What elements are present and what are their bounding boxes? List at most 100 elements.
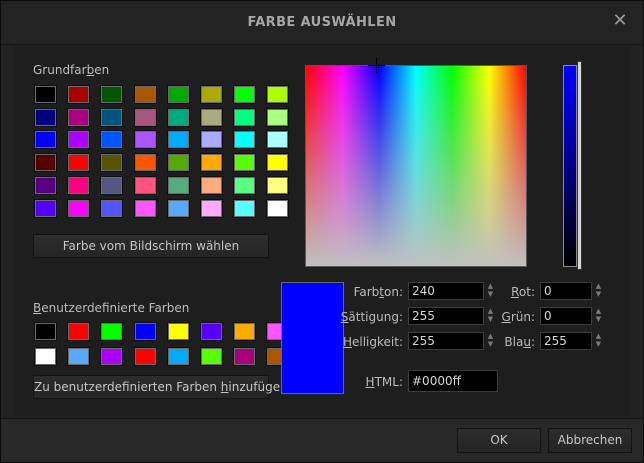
basic-color-swatch[interactable]: [34, 198, 57, 218]
basic-color-swatch[interactable]: [200, 153, 223, 173]
basic-color-swatch[interactable]: [200, 175, 223, 195]
basic-color-swatch[interactable]: [133, 130, 157, 150]
custom-color-swatch[interactable]: [34, 346, 57, 366]
basic-color-swatch[interactable]: [67, 175, 91, 195]
custom-color-swatch[interactable]: [133, 346, 157, 366]
basic-colors-label-part: en: [94, 63, 110, 77]
red-spinner[interactable]: ▲ ▼: [594, 282, 603, 300]
green-input[interactable]: 0: [540, 307, 592, 325]
basic-color-swatch[interactable]: [233, 107, 257, 127]
spin-down-icon[interactable]: ▼: [594, 315, 603, 323]
basic-color-swatch[interactable]: [133, 85, 157, 104]
basic-color-swatch[interactable]: [133, 107, 157, 127]
spin-down-icon[interactable]: ▼: [594, 290, 603, 298]
basic-color-swatch[interactable]: [233, 175, 257, 195]
html-input[interactable]: #0000ff: [408, 370, 498, 392]
val-label-part: elligkeit:: [352, 335, 403, 349]
basic-color-swatch[interactable]: [233, 153, 257, 173]
add-custom-label-part: inzufügen: [228, 380, 288, 394]
blue-input[interactable]: 255: [540, 332, 592, 350]
custom-color-swatch[interactable]: [100, 346, 124, 366]
pick-screen-color-button[interactable]: Farbe vom Bildschirm wählen: [33, 234, 269, 258]
basic-color-swatch[interactable]: [100, 107, 124, 127]
hue-spinner[interactable]: ▲ ▼: [486, 282, 495, 300]
custom-color-swatch[interactable]: [67, 322, 91, 341]
custom-color-swatch[interactable]: [100, 322, 124, 341]
luminance-slider[interactable]: [563, 65, 577, 267]
basic-color-swatch[interactable]: [266, 107, 290, 127]
saturation-input[interactable]: 255: [408, 307, 484, 325]
spectrum-saturation-layer: [306, 66, 526, 266]
basic-color-swatch[interactable]: [67, 107, 91, 127]
spin-down-icon[interactable]: ▼: [486, 290, 495, 298]
basic-color-swatch[interactable]: [133, 175, 157, 195]
basic-color-swatch[interactable]: [166, 175, 190, 195]
basic-color-swatch[interactable]: [233, 85, 257, 104]
basic-color-swatch[interactable]: [34, 85, 57, 104]
basic-color-swatch[interactable]: [67, 85, 91, 104]
spin-up-icon[interactable]: ▲: [594, 282, 603, 290]
close-icon[interactable]: ✕: [611, 12, 629, 30]
basic-color-swatch[interactable]: [166, 85, 190, 104]
spin-up-icon[interactable]: ▲: [594, 332, 603, 340]
red-label-part: ot:: [518, 285, 535, 299]
hue-input[interactable]: 240: [408, 282, 484, 300]
basic-color-swatch[interactable]: [200, 198, 223, 218]
basic-color-swatch[interactable]: [67, 153, 91, 173]
basic-color-swatch[interactable]: [67, 198, 91, 218]
basic-color-swatch[interactable]: [133, 198, 157, 218]
basic-color-swatch[interactable]: [133, 153, 157, 173]
basic-color-swatch[interactable]: [266, 175, 290, 195]
custom-color-swatch[interactable]: [200, 322, 223, 341]
title-bar: FARBE AUSWÄHLEN ✕: [1, 1, 643, 45]
basic-color-swatch[interactable]: [100, 153, 124, 173]
basic-color-swatch[interactable]: [100, 130, 124, 150]
spin-up-icon[interactable]: ▲: [594, 307, 603, 315]
value-input[interactable]: 255: [408, 332, 484, 350]
green-spinner[interactable]: ▲ ▼: [594, 307, 603, 325]
basic-color-swatch[interactable]: [266, 130, 290, 150]
basic-color-swatch[interactable]: [100, 198, 124, 218]
custom-color-swatch[interactable]: [133, 322, 157, 341]
basic-color-swatch[interactable]: [34, 175, 57, 195]
basic-color-swatch[interactable]: [233, 130, 257, 150]
ok-button[interactable]: OK: [457, 428, 541, 453]
luminance-slider-handle[interactable]: [577, 61, 582, 270]
basic-colors-label: Grundfarben: [33, 63, 109, 77]
basic-color-swatch[interactable]: [266, 85, 290, 104]
spin-up-icon[interactable]: ▲: [486, 282, 495, 290]
basic-color-swatch[interactable]: [200, 85, 223, 104]
color-spectrum[interactable]: [305, 65, 527, 267]
spin-down-icon[interactable]: ▼: [594, 340, 603, 348]
dialog-footer: OK Abbrechen: [1, 418, 643, 462]
basic-color-swatch[interactable]: [166, 107, 190, 127]
custom-color-swatch[interactable]: [166, 346, 190, 366]
basic-color-swatch[interactable]: [200, 130, 223, 150]
basic-color-swatch[interactable]: [266, 198, 290, 218]
basic-color-swatch[interactable]: [166, 153, 190, 173]
green-label-part: rün:: [510, 310, 535, 324]
basic-color-swatch[interactable]: [166, 198, 190, 218]
basic-color-swatch[interactable]: [67, 130, 91, 150]
red-input[interactable]: 0: [540, 282, 592, 300]
basic-color-swatch[interactable]: [233, 198, 257, 218]
red-label: Rot:: [497, 285, 535, 299]
basic-color-swatch[interactable]: [100, 175, 124, 195]
custom-color-swatch[interactable]: [200, 346, 223, 366]
cancel-button[interactable]: Abbrechen: [548, 428, 632, 453]
crosshair-icon-horizontal: [368, 65, 385, 66]
custom-color-swatch[interactable]: [233, 346, 257, 366]
basic-color-swatch[interactable]: [100, 85, 124, 104]
basic-color-swatch[interactable]: [34, 153, 57, 173]
basic-color-swatch[interactable]: [166, 130, 190, 150]
blue-spinner[interactable]: ▲ ▼: [594, 332, 603, 350]
add-custom-color-button[interactable]: Zu benutzerdefinierten Farben hinzufügen: [33, 375, 288, 399]
basic-color-swatch[interactable]: [266, 153, 290, 173]
custom-color-swatch[interactable]: [67, 346, 91, 366]
basic-color-swatch[interactable]: [34, 130, 57, 150]
basic-color-swatch[interactable]: [200, 107, 223, 127]
custom-color-swatch[interactable]: [166, 322, 190, 341]
custom-color-swatch[interactable]: [34, 322, 57, 341]
basic-color-swatch[interactable]: [34, 107, 57, 127]
custom-color-swatch[interactable]: [233, 322, 257, 341]
